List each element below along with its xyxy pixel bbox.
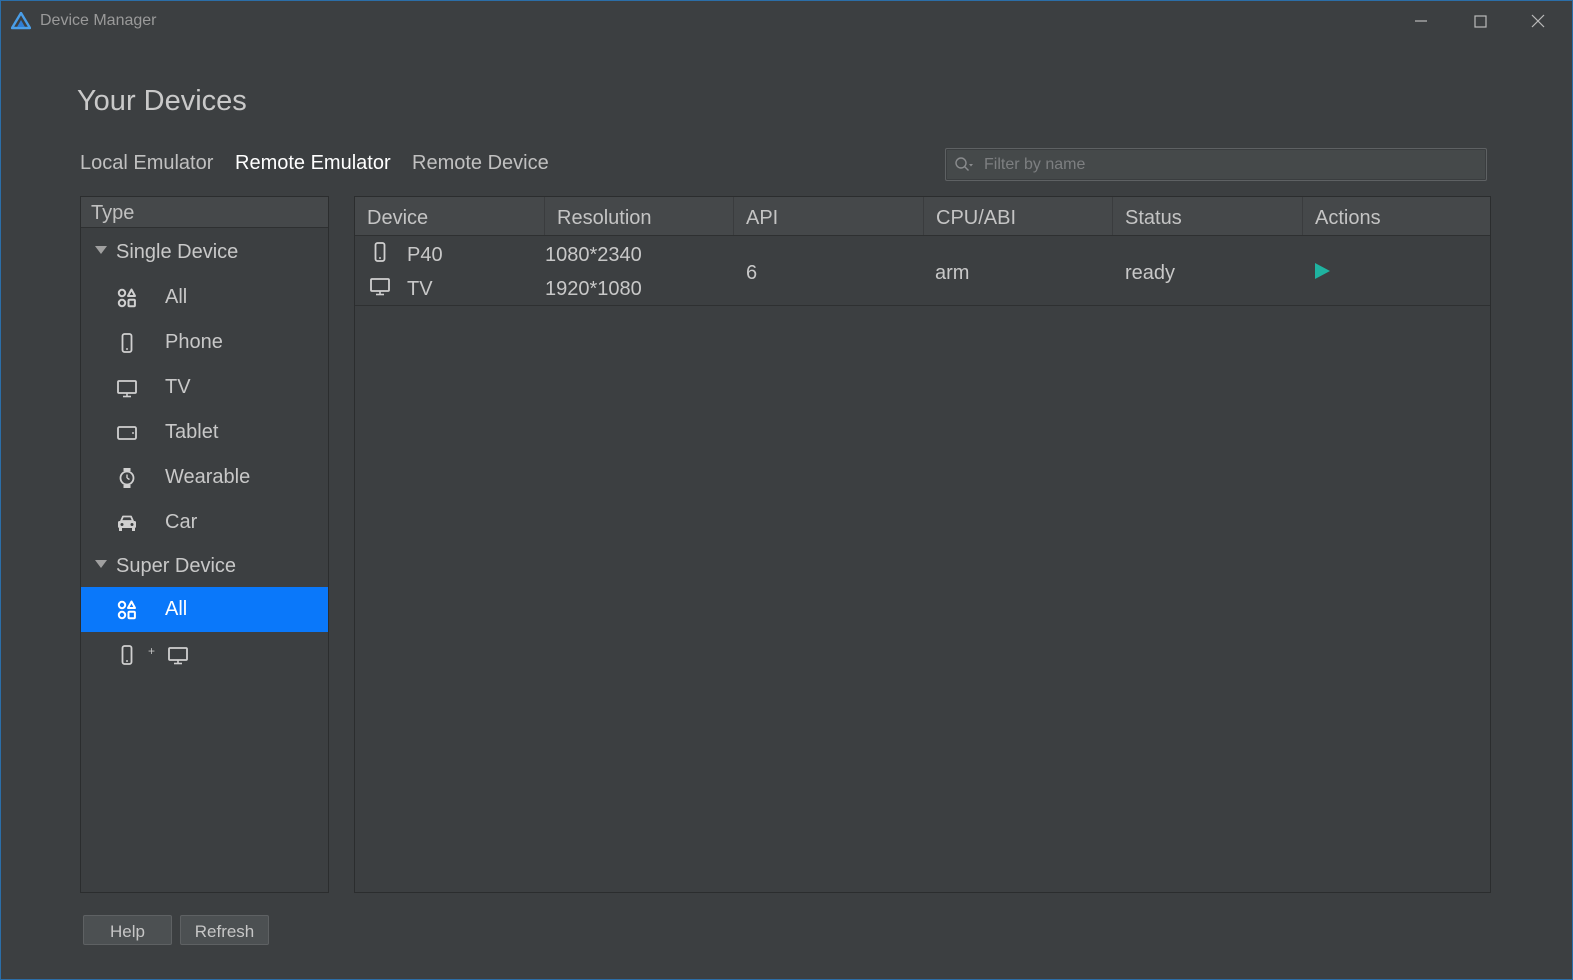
device-api: 6 [746, 262, 758, 284]
table-header: Device Resolution API CPU/ABI Status Act… [355, 197, 1490, 236]
group-label: Single Device [116, 241, 239, 263]
column-header-device[interactable]: Device [355, 197, 545, 235]
device-status: ready [1125, 262, 1176, 284]
play-icon[interactable] [1313, 262, 1331, 280]
device-resolution: 1920*1080 [545, 278, 642, 300]
car-icon [118, 515, 136, 531]
expand-arrow-icon [95, 560, 107, 568]
sidebar-item-label: Tablet [165, 421, 219, 443]
device-manager-window: Device Manager Your Devices Local Emulat… [0, 0, 1573, 980]
apps-icon [117, 600, 136, 620]
plus-sign: + [148, 644, 156, 658]
tab-local-emulator[interactable]: Local Emulator [80, 152, 213, 175]
group-super-device[interactable]: Super Device [81, 546, 328, 586]
sidebar-item-label: Phone [165, 331, 223, 353]
sidebar-item-phone[interactable]: Phone [81, 320, 328, 365]
device-resolution: 1080*2340 [545, 244, 642, 266]
sidebar-item-super-all[interactable]: All [81, 587, 328, 632]
column-header-actions[interactable]: Actions [1303, 197, 1490, 235]
title-bar: Device Manager [1, 1, 1572, 41]
tv-icon [370, 278, 390, 296]
phone-icon [374, 242, 386, 262]
sidebar-item-label: All [165, 598, 188, 620]
watch-icon [119, 468, 135, 488]
tab-remote-emulator[interactable]: Remote Emulator [235, 152, 391, 175]
sidebar-item-label: Car [165, 511, 198, 533]
search-icon [955, 157, 973, 171]
sidebar-item-wearable[interactable]: Wearable [81, 455, 328, 500]
help-button[interactable]: Help [83, 915, 172, 945]
tab-remote-device[interactable]: Remote Device [412, 152, 549, 175]
column-header-resolution[interactable]: Resolution [545, 197, 734, 235]
device-name: P40 [407, 244, 443, 266]
minimize-icon[interactable] [1409, 9, 1433, 33]
sidebar-item-label: TV [165, 376, 191, 398]
close-icon[interactable] [1526, 9, 1550, 33]
device-type-sidebar: Type Single Device All Phone TV Tablet W… [80, 196, 329, 893]
sidebar-header: Type [81, 197, 328, 228]
sidebar-item-single-all[interactable]: All [81, 275, 328, 320]
refresh-button[interactable]: Refresh [180, 915, 269, 945]
group-label: Super Device [116, 555, 237, 577]
expand-arrow-icon [95, 246, 107, 254]
phone-icon [121, 645, 133, 665]
apps-icon [117, 288, 136, 308]
page-title: Your Devices [77, 85, 247, 117]
window-title: Device Manager [40, 12, 157, 29]
filter-input[interactable] [984, 149, 1474, 180]
sidebar-item-tablet[interactable]: Tablet [81, 410, 328, 455]
sidebar-item-label: All [165, 286, 188, 308]
tablet-icon [117, 426, 137, 440]
device-name: TV [407, 278, 433, 300]
device-cpu-abi: arm [935, 262, 970, 284]
table-row[interactable]: P40 1080*2340 TV 1920*1080 6 arm ready [355, 236, 1490, 306]
group-single-device[interactable]: Single Device [81, 232, 328, 272]
column-header-api[interactable]: API [734, 197, 924, 235]
sidebar-item-label: Wearable [165, 466, 251, 488]
app-logo-icon [11, 12, 31, 30]
sidebar-item-phone-plus-tv[interactable]: + [81, 632, 328, 677]
search-box [945, 148, 1487, 181]
sidebar-item-car[interactable]: Car [81, 500, 328, 545]
tv-icon [117, 380, 137, 398]
maximize-icon[interactable] [1468, 9, 1492, 33]
column-header-cpu-abi[interactable]: CPU/ABI [924, 197, 1113, 235]
phone-icon [121, 333, 133, 353]
column-header-status[interactable]: Status [1113, 197, 1303, 235]
device-table: Device Resolution API CPU/ABI Status Act… [354, 196, 1491, 893]
sidebar-item-tv[interactable]: TV [81, 365, 328, 410]
tv-icon [168, 647, 188, 665]
